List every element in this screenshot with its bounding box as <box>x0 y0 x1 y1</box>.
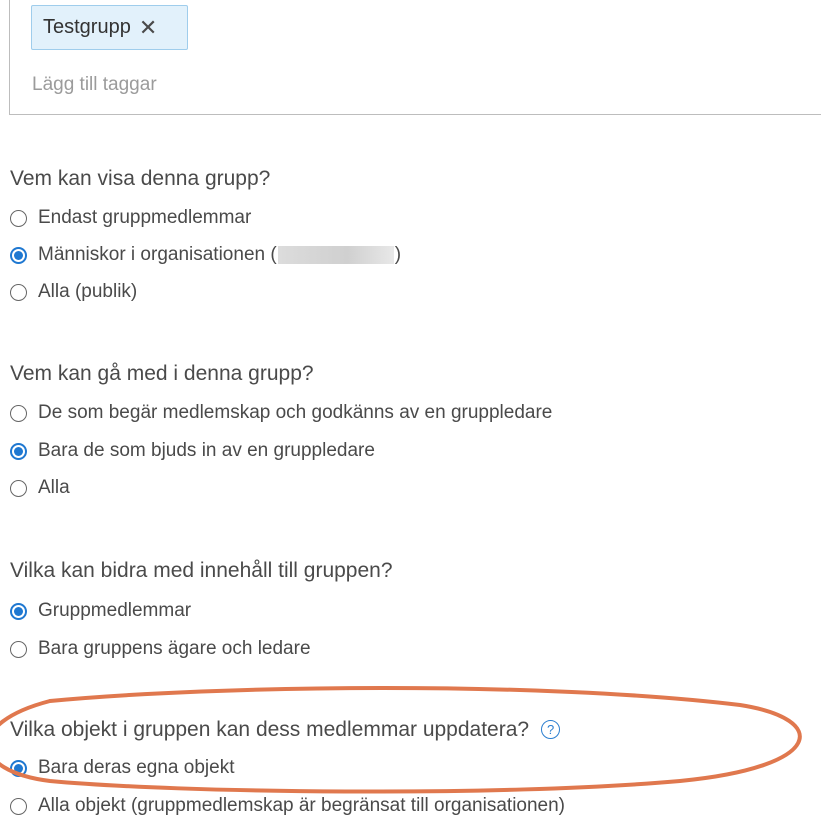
option-label: De som begär medlemskap och godkänns av … <box>38 402 553 423</box>
help-icon[interactable]: ? <box>541 720 561 739</box>
view-option-public[interactable]: Alla (publik) <box>10 281 137 303</box>
radio-button[interactable] <box>10 797 27 815</box>
tag-chip: Testgrupp ✕ <box>31 5 188 50</box>
update-option-own-items[interactable]: Bara deras egna objekt <box>10 757 234 779</box>
tags-field[interactable]: Testgrupp ✕ <box>9 0 821 115</box>
radio-button[interactable] <box>10 404 27 422</box>
option-label: Endast gruppmedlemmar <box>38 207 252 228</box>
radio-button[interactable] <box>10 602 27 620</box>
join-option-anyone[interactable]: Alla <box>10 477 70 499</box>
option-label: Bara de som bjuds in av en gruppledare <box>38 440 375 461</box>
join-question: Vem kan gå med i denna grupp? <box>10 362 314 385</box>
contribute-option-members[interactable]: Gruppmedlemmar <box>10 600 191 622</box>
update-option-all-items[interactable]: Alla objekt (gruppmedlemskap är begränsa… <box>10 795 565 817</box>
update-question: Vilka objekt i gruppen kan dess medlemma… <box>10 718 561 742</box>
close-icon[interactable]: ✕ <box>139 16 157 39</box>
add-tags-input[interactable] <box>32 71 732 99</box>
option-label: Bara deras egna objekt <box>38 757 235 778</box>
option-label: Gruppmedlemmar <box>38 600 192 621</box>
redacted-org-name <box>277 245 394 264</box>
view-option-members-only[interactable]: Endast gruppmedlemmar <box>10 207 251 229</box>
view-question: Vem kan visa denna grupp? <box>10 167 271 190</box>
update-question-text: Vilka objekt i gruppen kan dess medlemma… <box>10 718 530 741</box>
contribute-question: Vilka kan bidra med innehåll till gruppe… <box>10 559 393 582</box>
radio-button[interactable] <box>10 283 27 301</box>
radio-button[interactable] <box>10 246 27 264</box>
option-label: Bara gruppens ägare och ledare <box>38 638 311 659</box>
option-label: Alla <box>38 477 70 498</box>
radio-button[interactable] <box>10 442 27 460</box>
radio-button[interactable] <box>10 209 27 227</box>
option-label: Människor i organisationen () <box>38 244 402 265</box>
radio-button[interactable] <box>10 759 27 777</box>
option-label: Alla objekt (gruppmedlemskap är begränsa… <box>38 795 566 816</box>
tag-chip-label: Testgrupp <box>43 16 131 38</box>
join-option-request-approval[interactable]: De som begär medlemskap och godkänns av … <box>10 402 552 424</box>
radio-button[interactable] <box>10 479 27 497</box>
option-label: Alla (publik) <box>38 281 138 302</box>
view-option-organization[interactable]: Människor i organisationen () <box>10 244 401 266</box>
radio-button[interactable] <box>10 640 27 658</box>
contribute-option-owners-managers[interactable]: Bara gruppens ägare och ledare <box>10 638 311 660</box>
join-option-invited-only[interactable]: Bara de som bjuds in av en gruppledare <box>10 440 375 462</box>
